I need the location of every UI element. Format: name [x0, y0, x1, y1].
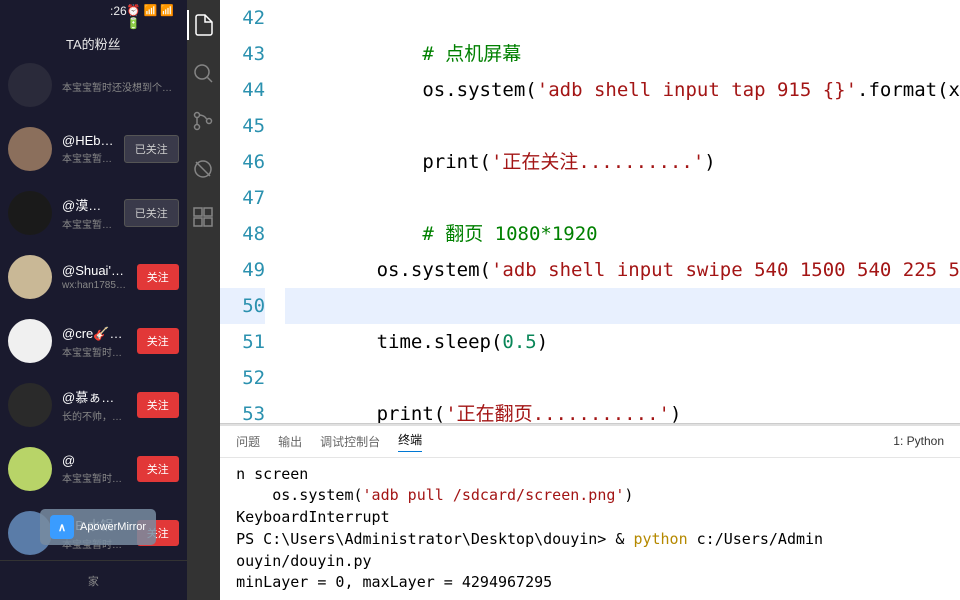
avatar[interactable] [8, 383, 52, 427]
code-editor[interactable]: 42434445464748495051525354 # 点机屏幕 os.sys… [220, 0, 960, 423]
status-time: :26 [10, 4, 127, 30]
list-item[interactable]: @Shuai'Yao wx:han1785948947 关注 [0, 245, 187, 309]
user-name: @慕ぁ容恋ぁ [62, 387, 127, 406]
user-name: @漠北风沙ˇ孤寂愁 [62, 195, 114, 214]
panel-tab[interactable]: 问题 [236, 433, 260, 450]
list-item[interactable]: @漠北风沙ˇ孤寂愁本宝宝暂时还没想到个性的签名已关注 [0, 181, 187, 245]
nav-item[interactable]: 家 [88, 573, 99, 589]
list-item[interactable]: @慕ぁ容恋ぁ长的不帅，但有人爱。关注 [0, 373, 187, 437]
avatar[interactable] [8, 127, 52, 171]
editor-area: 42434445464748495051525354 # 点机屏幕 os.sys… [220, 0, 960, 600]
followed-button[interactable]: 已关注 [124, 135, 179, 163]
user-name: @HEbLyLeO [62, 133, 114, 148]
user-desc: 本宝宝暂时还没想到个性的签名 [62, 216, 114, 231]
vscode-activity-bar [187, 0, 220, 600]
phone-bottom-nav[interactable]: 家 [0, 560, 187, 600]
user-desc: 长的不帅，但有人爱。 [62, 408, 127, 423]
phone-status-bar: :26 ⏰ 📶 📶 🔋 [0, 0, 187, 34]
extensions-icon[interactable] [188, 202, 218, 232]
avatar[interactable] [8, 63, 52, 107]
followers-list[interactable]: 本宝宝暂时还没想到个性的签名@HEbLyLeO本宝宝暂时还没想到个性的签名已关注… [0, 53, 187, 565]
phone-page-title: TA的粉丝 [0, 32, 187, 53]
list-item[interactable]: @cre🎸往事随风本宝宝暂时还没想到个性的签名关注 [0, 309, 187, 373]
files-icon[interactable] [187, 10, 217, 40]
user-desc: wx:han1785948947 [62, 280, 127, 291]
list-item[interactable]: @ 本宝宝暂时还没有个性签名关注 [0, 437, 187, 501]
terminal-selector[interactable]: 1: Python [893, 434, 944, 448]
list-item[interactable]: 本宝宝暂时还没想到个性的签名 [0, 53, 187, 117]
follow-button[interactable]: 关注 [137, 264, 179, 290]
search-icon[interactable] [188, 58, 218, 88]
line-number-gutter: 42434445464748495051525354 [220, 0, 285, 423]
phone-mirror-panel: :26 ⏰ 📶 📶 🔋 TA的粉丝 本宝宝暂时还没想到个性的签名@HEbLyLe… [0, 0, 187, 600]
followed-button[interactable]: 已关注 [124, 199, 179, 227]
apowermirror-logo-icon: ∧ [50, 515, 74, 539]
source-control-icon[interactable] [188, 106, 218, 136]
panel-tabs: 问题 输出 调试控制台 终端 1: Python [220, 426, 960, 458]
panel-tab[interactable]: 终端 [398, 431, 422, 452]
user-info: 本宝宝暂时还没想到个性的签名 [62, 77, 179, 94]
avatar[interactable] [8, 191, 52, 235]
user-desc: 本宝宝暂时还没有个性签名 [62, 470, 127, 485]
apowermirror-badge: ∧ ApowerMirror [40, 509, 156, 545]
user-info: @慕ぁ容恋ぁ长的不帅，但有人爱。 [62, 387, 127, 423]
avatar[interactable] [8, 319, 52, 363]
user-info: @ 本宝宝暂时还没有个性签名 [62, 453, 127, 485]
apowermirror-label: ApowerMirror [80, 521, 146, 533]
panel-tab[interactable]: 输出 [278, 433, 302, 450]
user-info: @Shuai'Yao wx:han1785948947 [62, 263, 127, 291]
user-desc: 本宝宝暂时还没想到个性的签名 [62, 79, 179, 94]
user-name: @cre🎸往事随风 [62, 323, 127, 342]
follow-button[interactable]: 关注 [137, 456, 179, 482]
code-content[interactable]: # 点机屏幕 os.system('adb shell input tap 91… [285, 0, 960, 423]
debug-icon[interactable] [188, 154, 218, 184]
follow-button[interactable]: 关注 [137, 328, 179, 354]
user-desc: 本宝宝暂时还没想到个性的签名 [62, 150, 114, 165]
user-name: @Shuai'Yao [62, 263, 127, 278]
list-item[interactable]: @HEbLyLeO 本宝宝暂时还没想到个性的签名已关注 [0, 117, 187, 181]
user-info: @cre🎸往事随风本宝宝暂时还没想到个性的签名 [62, 323, 127, 359]
follow-button[interactable]: 关注 [137, 392, 179, 418]
user-name: @ [62, 453, 127, 468]
avatar[interactable] [8, 255, 52, 299]
status-icons: ⏰ 📶 📶 🔋 [127, 4, 177, 30]
panel-tab[interactable]: 调试控制台 [320, 433, 380, 450]
user-info: @漠北风沙ˇ孤寂愁本宝宝暂时还没想到个性的签名 [62, 195, 114, 231]
terminal-output[interactable]: n screen os.system('adb pull /sdcard/scr… [220, 458, 960, 600]
avatar[interactable] [8, 447, 52, 491]
user-info: @HEbLyLeO 本宝宝暂时还没想到个性的签名 [62, 133, 114, 165]
user-desc: 本宝宝暂时还没想到个性的签名 [62, 344, 127, 359]
